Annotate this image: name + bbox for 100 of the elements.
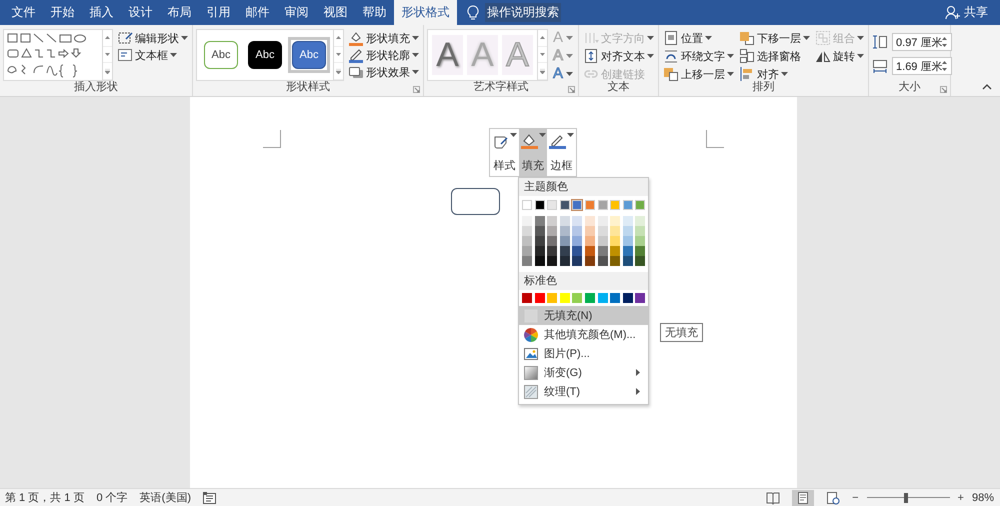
color-swatch[interactable] <box>598 226 608 236</box>
color-swatch[interactable] <box>547 246 558 256</box>
color-swatch[interactable] <box>572 226 582 236</box>
color-swatch[interactable] <box>610 200 620 210</box>
color-swatch[interactable] <box>547 256 558 266</box>
color-swatch[interactable] <box>547 293 558 303</box>
ribbon-tab[interactable]: 文件 <box>4 0 43 25</box>
ribbon-button[interactable]: 对齐文本 <box>582 48 656 64</box>
ribbon-tab[interactable]: 视图 <box>316 0 355 25</box>
color-swatch[interactable] <box>584 216 595 226</box>
color-swatch[interactable] <box>584 256 595 266</box>
color-swatch[interactable] <box>598 216 608 226</box>
menu-item[interactable]: 无填充(N) <box>519 306 648 325</box>
color-swatch[interactable] <box>598 256 608 266</box>
color-swatch[interactable] <box>534 293 545 303</box>
color-swatch[interactable] <box>598 236 608 246</box>
color-swatch[interactable] <box>560 236 570 246</box>
zoom-slider-thumb[interactable] <box>904 492 908 502</box>
color-swatch[interactable] <box>572 256 582 266</box>
color-swatch[interactable] <box>534 226 545 236</box>
ribbon-button[interactable]: 形状轮廓 <box>347 47 420 63</box>
color-swatch[interactable] <box>547 236 558 246</box>
ribbon-button[interactable]: 形状效果 <box>347 64 420 80</box>
ribbon-tab[interactable]: 帮助 <box>355 0 394 25</box>
mini-toolbar-button[interactable]: 填充 <box>518 129 548 176</box>
color-swatch[interactable] <box>622 246 633 256</box>
color-swatch[interactable] <box>560 200 570 210</box>
menu-item[interactable]: 渐变(G) <box>519 363 648 382</box>
color-swatch[interactable] <box>534 236 545 246</box>
menu-item[interactable]: 纹理(T) <box>519 382 648 401</box>
menu-item[interactable]: 图片(P)... <box>519 344 648 363</box>
color-swatch[interactable] <box>598 200 608 210</box>
ribbon-button[interactable]: 位置 <box>662 30 736 46</box>
color-swatch[interactable] <box>572 236 582 246</box>
color-swatch[interactable] <box>522 256 532 266</box>
color-swatch[interactable] <box>635 293 646 303</box>
color-swatch[interactable] <box>622 236 633 246</box>
share-button[interactable]: 共享 <box>964 4 988 21</box>
ribbon-button[interactable]: 形状填充 <box>347 30 420 46</box>
ribbon-tab[interactable]: 布局 <box>160 0 199 25</box>
ribbon-tab[interactable]: 开始 <box>43 0 82 25</box>
mini-toolbar-button[interactable]: 样式 <box>490 129 519 176</box>
color-swatch[interactable] <box>584 246 595 256</box>
color-swatch[interactable] <box>534 256 545 266</box>
width-field[interactable]: 1.69 厘米 <box>892 57 952 75</box>
color-swatch[interactable] <box>635 226 646 236</box>
color-swatch[interactable] <box>572 246 582 256</box>
color-swatch[interactable] <box>572 293 582 303</box>
color-swatch[interactable] <box>622 293 633 303</box>
color-swatch[interactable] <box>572 216 582 226</box>
zoom-out-button[interactable]: − <box>852 492 859 504</box>
color-swatch[interactable] <box>560 216 570 226</box>
wordart-style-preset[interactable]: A <box>432 35 463 75</box>
rounded-rectangle-shape[interactable] <box>451 188 500 215</box>
color-swatch[interactable] <box>635 256 646 266</box>
color-swatch[interactable] <box>522 293 532 303</box>
ribbon-button[interactable]: 下移一层 <box>738 30 812 46</box>
color-swatch[interactable] <box>522 226 532 236</box>
color-swatch[interactable] <box>534 200 545 210</box>
height-field[interactable]: 0.97 厘米 <box>892 33 952 51</box>
color-swatch[interactable] <box>584 200 595 210</box>
color-swatch[interactable] <box>635 236 646 246</box>
color-swatch[interactable] <box>610 246 620 256</box>
color-swatch[interactable] <box>547 200 558 210</box>
ribbon-button[interactable]: 环绕文字 <box>662 48 736 64</box>
ribbon-button[interactable]: 编辑形状 <box>116 30 189 46</box>
color-swatch[interactable] <box>584 293 595 303</box>
color-swatch[interactable] <box>584 226 595 236</box>
color-swatch[interactable] <box>598 246 608 256</box>
color-swatch[interactable] <box>610 216 620 226</box>
zoom-in-button[interactable]: + <box>958 492 964 504</box>
ribbon-button[interactable]: 文本框 <box>116 47 189 63</box>
color-swatch[interactable] <box>534 216 545 226</box>
color-swatch[interactable] <box>610 236 620 246</box>
color-swatch[interactable] <box>534 246 545 256</box>
ribbon-tab[interactable]: 形状格式 <box>394 0 457 25</box>
color-swatch[interactable] <box>547 216 558 226</box>
ribbon-tab[interactable]: 邮件 <box>238 0 277 25</box>
ribbon-button[interactable]: 上移一层 <box>662 66 736 82</box>
color-swatch[interactable] <box>622 226 633 236</box>
menu-item[interactable]: 其他填充颜色(M)... <box>519 325 648 344</box>
view-button[interactable] <box>792 490 814 506</box>
color-swatch[interactable] <box>622 256 633 266</box>
color-swatch[interactable] <box>584 236 595 246</box>
color-swatch[interactable] <box>572 200 582 210</box>
color-swatch[interactable] <box>547 226 558 236</box>
color-swatch[interactable] <box>610 256 620 266</box>
color-swatch[interactable] <box>635 246 646 256</box>
shape-style-preset[interactable]: Abc <box>288 37 330 73</box>
mini-toolbar-button[interactable]: 边框 <box>547 129 576 176</box>
ribbon-button[interactable]: 对齐 <box>738 66 812 82</box>
color-swatch[interactable] <box>598 293 608 303</box>
color-swatch[interactable] <box>622 200 633 210</box>
color-swatch[interactable] <box>560 246 570 256</box>
color-swatch[interactable] <box>522 246 532 256</box>
color-swatch[interactable] <box>610 293 620 303</box>
color-swatch[interactable] <box>635 200 646 210</box>
ribbon-tab[interactable]: 审阅 <box>277 0 316 25</box>
ribbon-tab[interactable]: 插入 <box>82 0 121 25</box>
color-swatch[interactable] <box>522 200 532 210</box>
